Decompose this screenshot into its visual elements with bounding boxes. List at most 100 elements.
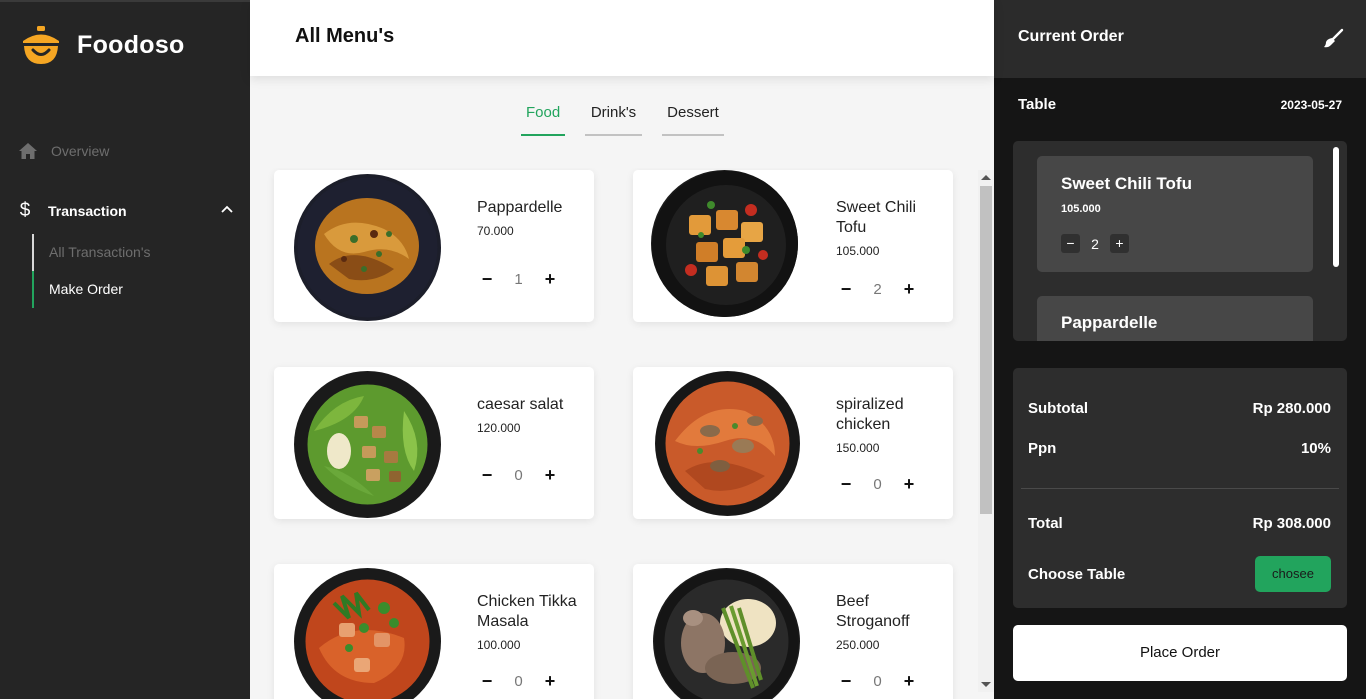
menu-item-price: 120.000 — [477, 421, 521, 435]
quantity-value: 2 — [873, 281, 882, 298]
table-info-row: Table 2023-05-27 — [1018, 96, 1342, 113]
table-label: Table — [1018, 96, 1057, 113]
menu-item-price: 105.000 — [836, 244, 880, 258]
choose-table-button[interactable]: chosee — [1255, 556, 1331, 592]
menu-card-info: spiralized chicken 150.000 — [836, 395, 946, 455]
quantity-stepper: − 0 + — [479, 465, 558, 486]
menu-item-price: 100.000 — [477, 638, 521, 652]
food-image — [294, 174, 441, 321]
menu-card[interactable]: spiralized chicken 150.000 − 0 + — [633, 367, 953, 519]
order-summary: Subtotal Rp 280.000 Ppn 10% Total Rp 308… — [1013, 368, 1347, 608]
total-value: Rp 308.000 — [1252, 515, 1331, 532]
choose-table-row: Choose Table chosee — [1028, 556, 1331, 592]
quantity-stepper: − 0 + — [838, 671, 917, 692]
quantity-value: 2 — [1091, 235, 1099, 252]
ppn-row: Ppn 10% — [1028, 440, 1331, 457]
food-image — [294, 568, 441, 699]
menu-item-price: 150.000 — [836, 441, 880, 455]
scroll-down-arrow-icon[interactable] — [981, 682, 991, 687]
scrollbar-thumb[interactable] — [980, 186, 992, 514]
menu-card-info: Beef Stroganoff 250.000 — [836, 592, 946, 652]
increment-button[interactable]: + — [1110, 234, 1129, 253]
order-date: 2023-05-27 — [1280, 98, 1342, 112]
brand[interactable]: Foodoso — [20, 24, 185, 66]
sidebar: Foodoso Overview $ Transaction All Trans… — [0, 0, 250, 699]
brand-name: Foodoso — [77, 30, 185, 59]
increment-button[interactable]: + — [901, 279, 917, 300]
decrement-button[interactable]: − — [479, 671, 495, 692]
menu-item-name: Pappardelle — [477, 199, 563, 216]
menu-card-info: Sweet Chili Tofu 105.000 — [836, 198, 946, 258]
menu-item-name: Chicken Tikka Masala — [477, 593, 577, 630]
choose-table-label: Choose Table — [1028, 565, 1126, 583]
menu-card[interactable]: Pappardelle 70.000 − 1 + — [274, 170, 594, 322]
menu-item-name: caesar salat — [477, 396, 564, 413]
decrement-button[interactable]: − — [838, 671, 854, 692]
decrement-button[interactable]: − — [838, 279, 854, 300]
food-image — [294, 371, 441, 518]
order-item-name: Pappardelle — [1061, 313, 1158, 332]
chevron-up-icon[interactable] — [220, 202, 234, 216]
order-items-list: Sweet Chili Tofu 105.000 − 2 + Pappardel… — [1013, 141, 1347, 341]
quantity-stepper: − 2 + — [838, 279, 917, 300]
subtotal-row: Subtotal Rp 280.000 — [1028, 400, 1331, 417]
total-label: Total — [1028, 515, 1063, 532]
sidebar-item-label: Transaction — [48, 203, 127, 219]
food-image — [655, 371, 800, 516]
scroll-up-arrow-icon[interactable] — [981, 175, 991, 180]
sidebar-item-transaction[interactable]: $ Transaction — [18, 200, 234, 222]
transaction-subnav: All Transaction's Make Order — [32, 234, 232, 308]
quantity-value: 0 — [514, 467, 523, 484]
menu-item-name: Beef Stroganoff — [836, 593, 910, 630]
order-item-card: Sweet Chili Tofu 105.000 − 2 + — [1037, 156, 1313, 272]
quantity-value: 0 — [514, 673, 523, 690]
food-image — [651, 170, 798, 317]
order-panel-header: Current Order — [994, 0, 1366, 78]
sidebar-item-label: Overview — [51, 143, 110, 159]
menu-card[interactable]: Sweet Chili Tofu 105.000 − 2 + — [633, 170, 953, 322]
menu-card-info: Chicken Tikka Masala 100.000 — [477, 592, 592, 652]
menu-item-price: 250.000 — [836, 638, 880, 652]
summary-divider — [1021, 488, 1339, 489]
page-title: All Menu's — [295, 25, 395, 47]
subtotal-label: Subtotal — [1028, 400, 1088, 417]
menu-scrollbar[interactable] — [978, 170, 994, 692]
increment-button[interactable]: + — [901, 671, 917, 692]
total-row: Total Rp 308.000 — [1028, 515, 1331, 532]
menu-grid: Pappardelle 70.000 − 1 + Sweet Chili Tof… — [250, 168, 994, 699]
menu-card[interactable]: Beef Stroganoff 250.000 − 0 + — [633, 564, 953, 699]
quantity-stepper: − 2 + — [1061, 234, 1129, 253]
menu-card-info: caesar salat 120.000 — [477, 395, 587, 435]
quantity-value: 0 — [873, 476, 882, 493]
tab-food[interactable]: Food — [521, 98, 565, 136]
place-order-button[interactable]: Place Order — [1013, 625, 1347, 681]
decrement-button[interactable]: − — [1061, 234, 1080, 253]
menu-item-name: spiralized chicken — [836, 396, 904, 433]
sidebar-item-all-transactions[interactable]: All Transaction's — [32, 234, 232, 271]
increment-button[interactable]: + — [901, 474, 917, 495]
decrement-button[interactable]: − — [479, 465, 495, 486]
increment-button[interactable]: + — [542, 671, 558, 692]
main-header: All Menu's — [250, 0, 994, 76]
sidebar-item-overview[interactable]: Overview — [18, 142, 109, 160]
increment-button[interactable]: + — [542, 465, 558, 486]
tab-drinks[interactable]: Drink's — [585, 98, 642, 136]
increment-button[interactable]: + — [542, 269, 558, 290]
order-item-name: Sweet Chili Tofu — [1061, 174, 1192, 193]
order-item-card: Pappardelle — [1037, 296, 1313, 341]
menu-card[interactable]: Chicken Tikka Masala 100.000 − 0 + — [274, 564, 594, 699]
decrement-button[interactable]: − — [838, 474, 854, 495]
cloche-logo-icon — [20, 24, 62, 66]
menu-card[interactable]: caesar salat 120.000 − 0 + — [274, 367, 594, 519]
quantity-stepper: − 0 + — [479, 671, 558, 692]
menu-item-price: 70.000 — [477, 224, 514, 238]
tab-dessert[interactable]: Dessert — [662, 98, 724, 136]
menu-card-info: Pappardelle 70.000 — [477, 198, 587, 238]
decrement-button[interactable]: − — [479, 269, 495, 290]
food-image — [653, 568, 800, 699]
sidebar-item-make-order[interactable]: Make Order — [32, 271, 232, 308]
order-list-scrollbar[interactable] — [1333, 147, 1339, 267]
subtotal-value: Rp 280.000 — [1252, 400, 1331, 417]
clear-brush-icon[interactable] — [1322, 28, 1344, 50]
dollar-icon: $ — [19, 200, 31, 221]
